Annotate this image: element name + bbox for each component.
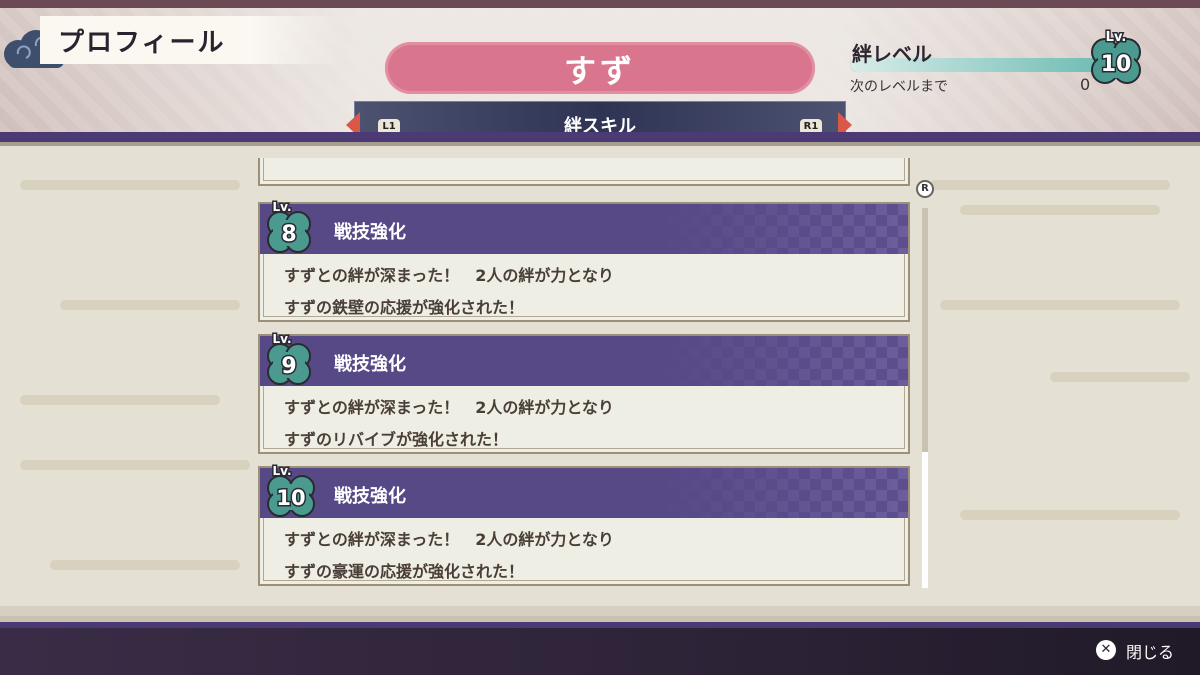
skill-card[interactable]: Lv. 8 戦技強化 すずとの絆が深まった！ 2人の絆が力となり すずの鉄壁の応… (258, 199, 910, 322)
skill-description-line: すずとの絆が深まった！ 2人の絆が力となり (284, 398, 614, 417)
skill-title: 戦技強化 (334, 222, 406, 243)
next-level-label: 次のレベルまで (850, 79, 948, 95)
svg-text:9: 9 (281, 354, 296, 379)
svg-text:Lv.: Lv. (272, 200, 291, 214)
footer-divider (0, 622, 1200, 628)
footer-bar (0, 622, 1200, 675)
skill-description-line: すずのリバイブが強化された！ (284, 430, 509, 449)
cloud-decoration (20, 460, 250, 470)
skill-card[interactable]: Lv. 9 戦技強化 すずとの絆が深まった！ 2人の絆が力となり すずのリバイブ… (258, 331, 910, 454)
header-divider (0, 132, 1200, 142)
skill-card[interactable]: Lv. 10 戦技強化 すずとの絆が深まった！ 2人の絆が力となり すずの豪運の… (258, 463, 910, 586)
skill-list[interactable]: Lv. 8 戦技強化 すずとの絆が深まった！ 2人の絆が力となり すずの鉄壁の応… (258, 158, 912, 590)
cloud-decoration (60, 300, 240, 310)
cloud-decoration (20, 180, 240, 190)
cloud-decoration (1050, 372, 1190, 382)
skill-level-badge: Lv. 10 (267, 463, 315, 517)
svg-text:Lv.: Lv. (272, 332, 291, 346)
skill-level-badge: Lv. 9 (267, 331, 311, 385)
svg-text:10: 10 (1101, 52, 1132, 77)
skill-description-line: すずの鉄壁の応援が強化された！ (284, 298, 525, 317)
character-name: すず (563, 52, 636, 90)
skill-description-line: すずとの絆が深まった！ 2人の絆が力となり (284, 530, 614, 549)
skill-title: 戦技強化 (334, 486, 406, 507)
cloud-decoration (50, 560, 240, 570)
svg-text:Lv.: Lv. (1106, 30, 1127, 45)
skill-card-partial (258, 158, 910, 186)
cloud-decoration (930, 180, 1170, 190)
svg-text:8: 8 (281, 222, 296, 247)
scrollbar-thumb[interactable] (922, 452, 928, 588)
cloud-decoration (20, 395, 220, 405)
page-title: プロフィール (58, 28, 226, 58)
skill-description-line: すずの豪運の応援が強化された！ (284, 562, 525, 581)
svg-text:10: 10 (276, 486, 305, 510)
cloud-decoration (960, 510, 1180, 520)
header-top-stripe (0, 0, 1200, 8)
cloud-decoration (940, 300, 1180, 310)
close-label: 閉じる (1126, 643, 1175, 662)
r-stick-icon: R (916, 180, 934, 198)
skill-title: 戦技強化 (334, 354, 406, 375)
bond-level-label: 絆レベル (852, 42, 932, 66)
svg-text:Lv.: Lv. (272, 464, 291, 478)
cross-button-icon: ✕ (1096, 640, 1116, 660)
skill-description-line: すずとの絆が深まった！ 2人の絆が力となり (284, 266, 614, 285)
skill-level-badge: Lv. 8 (267, 199, 311, 253)
bond-level-badge: Lv. 10 (1091, 29, 1141, 84)
cloud-decoration (960, 205, 1160, 215)
